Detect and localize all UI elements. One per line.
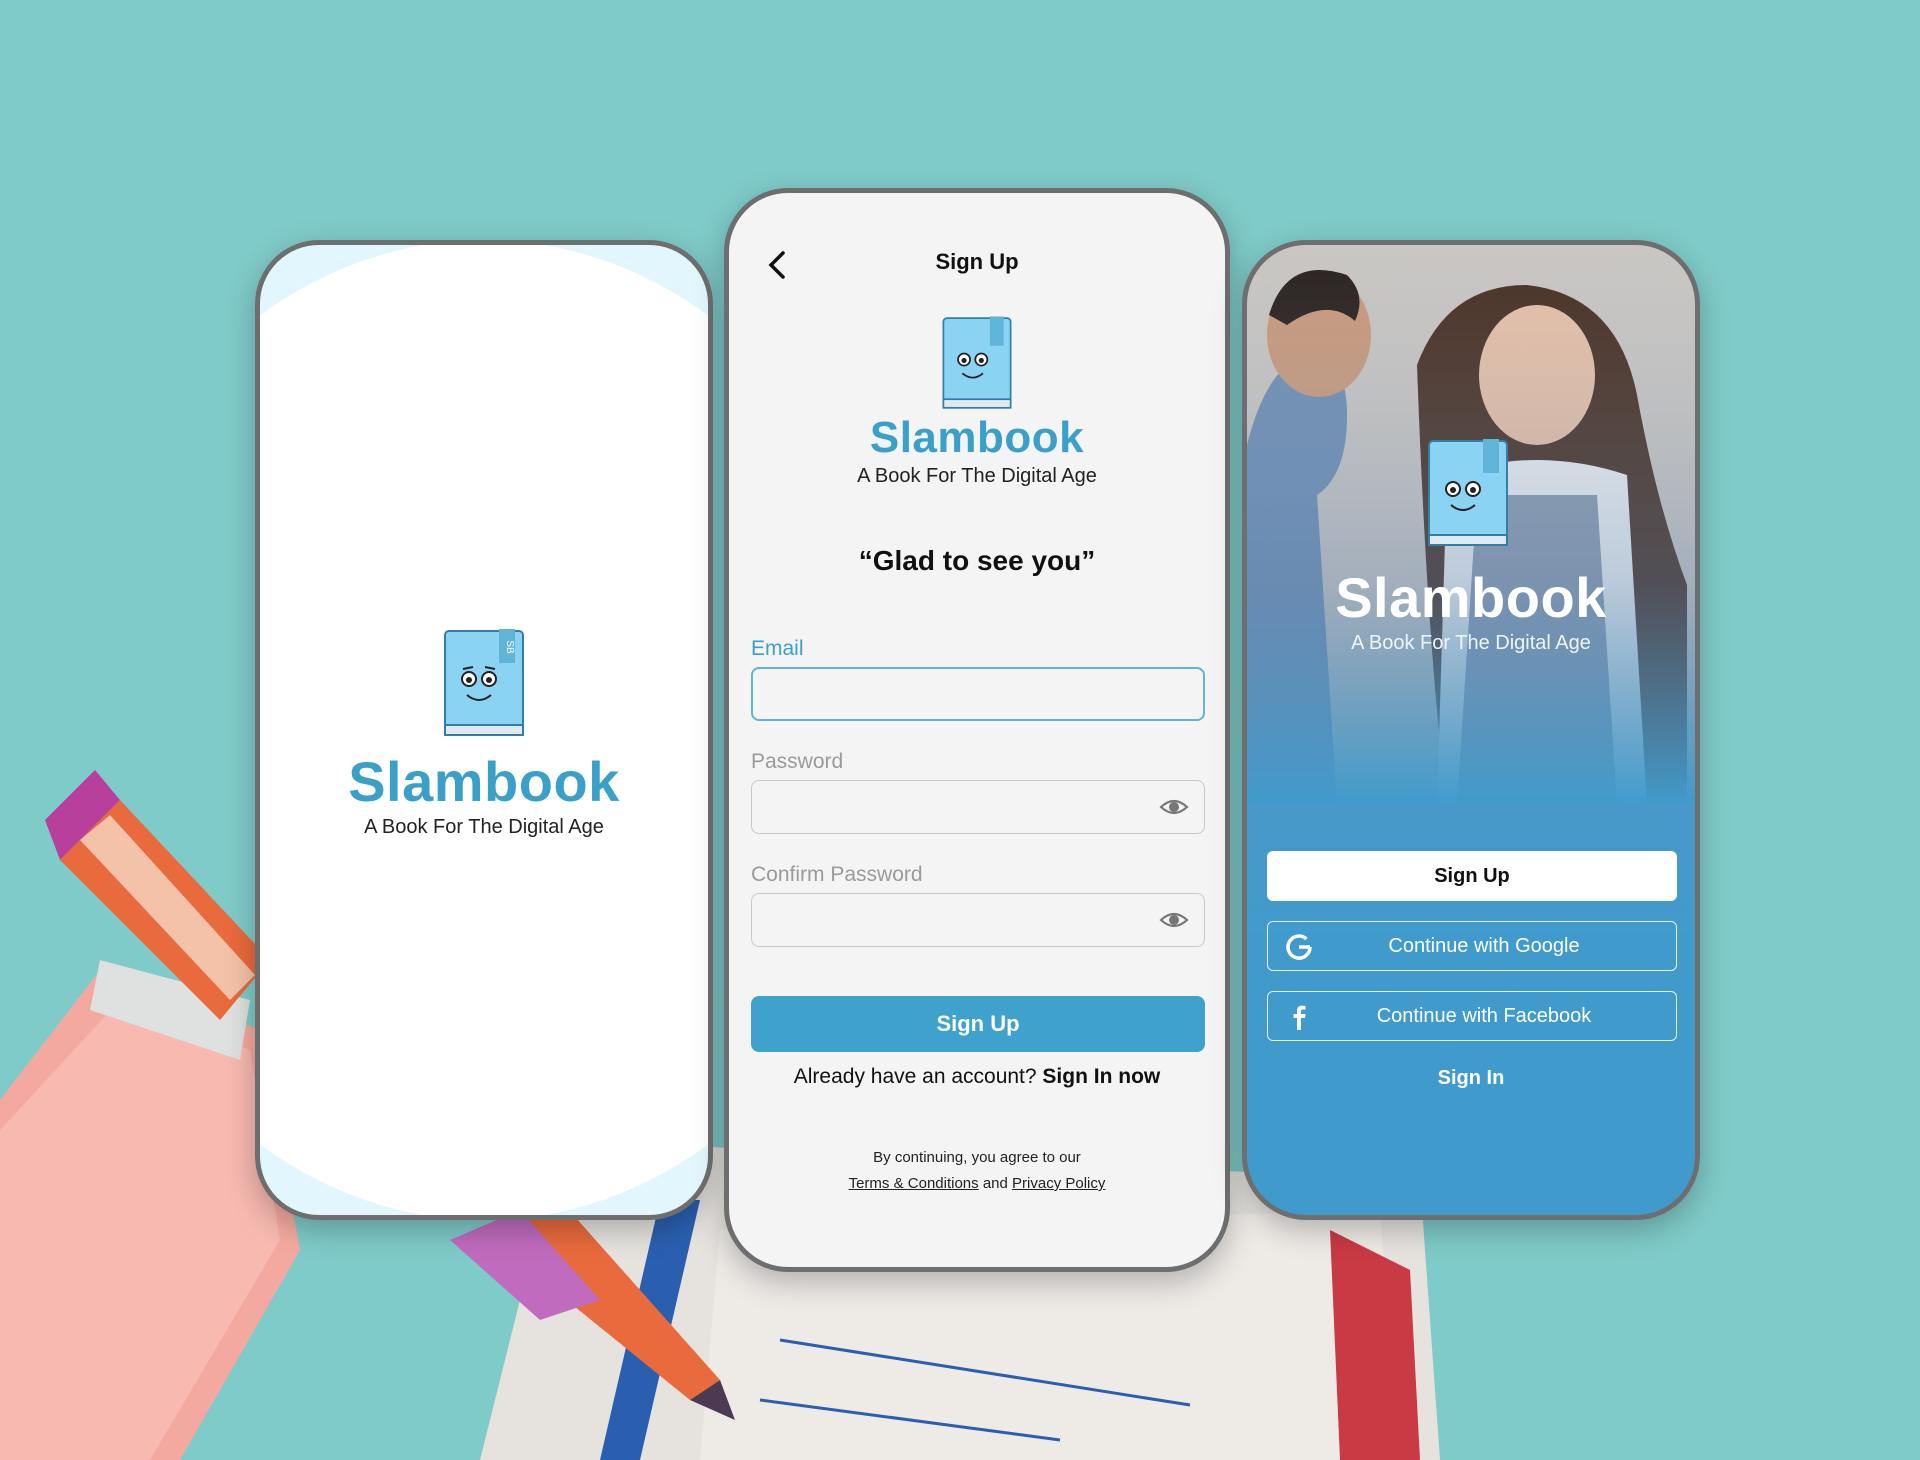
splash-title: Slambook xyxy=(348,750,620,813)
slambook-logo-icon: SB xyxy=(444,629,524,736)
password-label: Password xyxy=(751,750,844,773)
sign-up-button[interactable]: Sign Up xyxy=(751,996,1205,1052)
welcome-tagline: A Book For The Digital Age xyxy=(1351,632,1591,654)
password-field[interactable] xyxy=(751,780,1205,834)
welcome-title: Slambook xyxy=(1335,566,1607,629)
signup-brand: Slambook A Book For The Digital Age xyxy=(729,413,1225,488)
continue-with-facebook-button[interactable]: Continue with Facebook xyxy=(1267,991,1677,1041)
terms-link[interactable]: Terms & Conditions xyxy=(849,1175,979,1192)
email-label: Email xyxy=(751,637,804,660)
eye-icon[interactable] xyxy=(1159,792,1189,822)
continue-with-google-button[interactable]: Continue with Google xyxy=(1267,921,1677,971)
signup-screen: Sign Up Slambook A Book For The Digital … xyxy=(724,188,1230,1272)
signup-brand-tagline: A Book For The Digital Age xyxy=(857,465,1097,487)
facebook-label: Continue with Facebook xyxy=(1376,1004,1592,1027)
already-account-row: Already have an account? Sign In now xyxy=(729,1065,1225,1089)
page-title: Sign Up xyxy=(935,249,1019,274)
google-icon xyxy=(1286,934,1312,960)
facebook-icon xyxy=(1293,1005,1306,1030)
sign-up-button[interactable]: Sign Up xyxy=(1267,851,1677,901)
slambook-logo-icon xyxy=(942,316,1012,409)
welcome-brand: Slambook A Book For The Digital Age xyxy=(1247,565,1695,655)
greeting-text: “Glad to see you” xyxy=(858,545,1096,576)
legal-and: and xyxy=(982,1175,1008,1192)
splash-tagline: A Book For The Digital Age xyxy=(364,816,604,838)
splash-screen: SB Slambook A Book For The Digital Age xyxy=(255,240,713,1220)
sign-in-link[interactable]: Sign In xyxy=(1247,1067,1695,1090)
signup-brand-title: Slambook xyxy=(869,413,1085,462)
splash-brand: SB Slambook A Book For The Digital Age xyxy=(260,625,708,839)
slambook-logo-icon xyxy=(1428,439,1508,546)
legal-text: By continuing, you agree to our Terms & … xyxy=(729,1145,1225,1197)
email-field[interactable] xyxy=(751,667,1205,721)
confirm-password-field[interactable] xyxy=(751,893,1205,947)
legal-prefix: By continuing, you agree to our xyxy=(873,1149,1081,1166)
sign-in-now-link[interactable]: Sign In now xyxy=(1042,1065,1160,1088)
confirm-password-label: Confirm Password xyxy=(751,863,923,886)
logo-badge-text: SB xyxy=(504,640,515,654)
welcome-screen: Slambook A Book For The Digital Age Sign… xyxy=(1242,240,1700,1220)
eye-icon[interactable] xyxy=(1159,905,1189,935)
google-label: Continue with Google xyxy=(1388,934,1580,957)
privacy-link[interactable]: Privacy Policy xyxy=(1012,1175,1105,1192)
already-account-text: Already have an account? xyxy=(793,1065,1037,1088)
